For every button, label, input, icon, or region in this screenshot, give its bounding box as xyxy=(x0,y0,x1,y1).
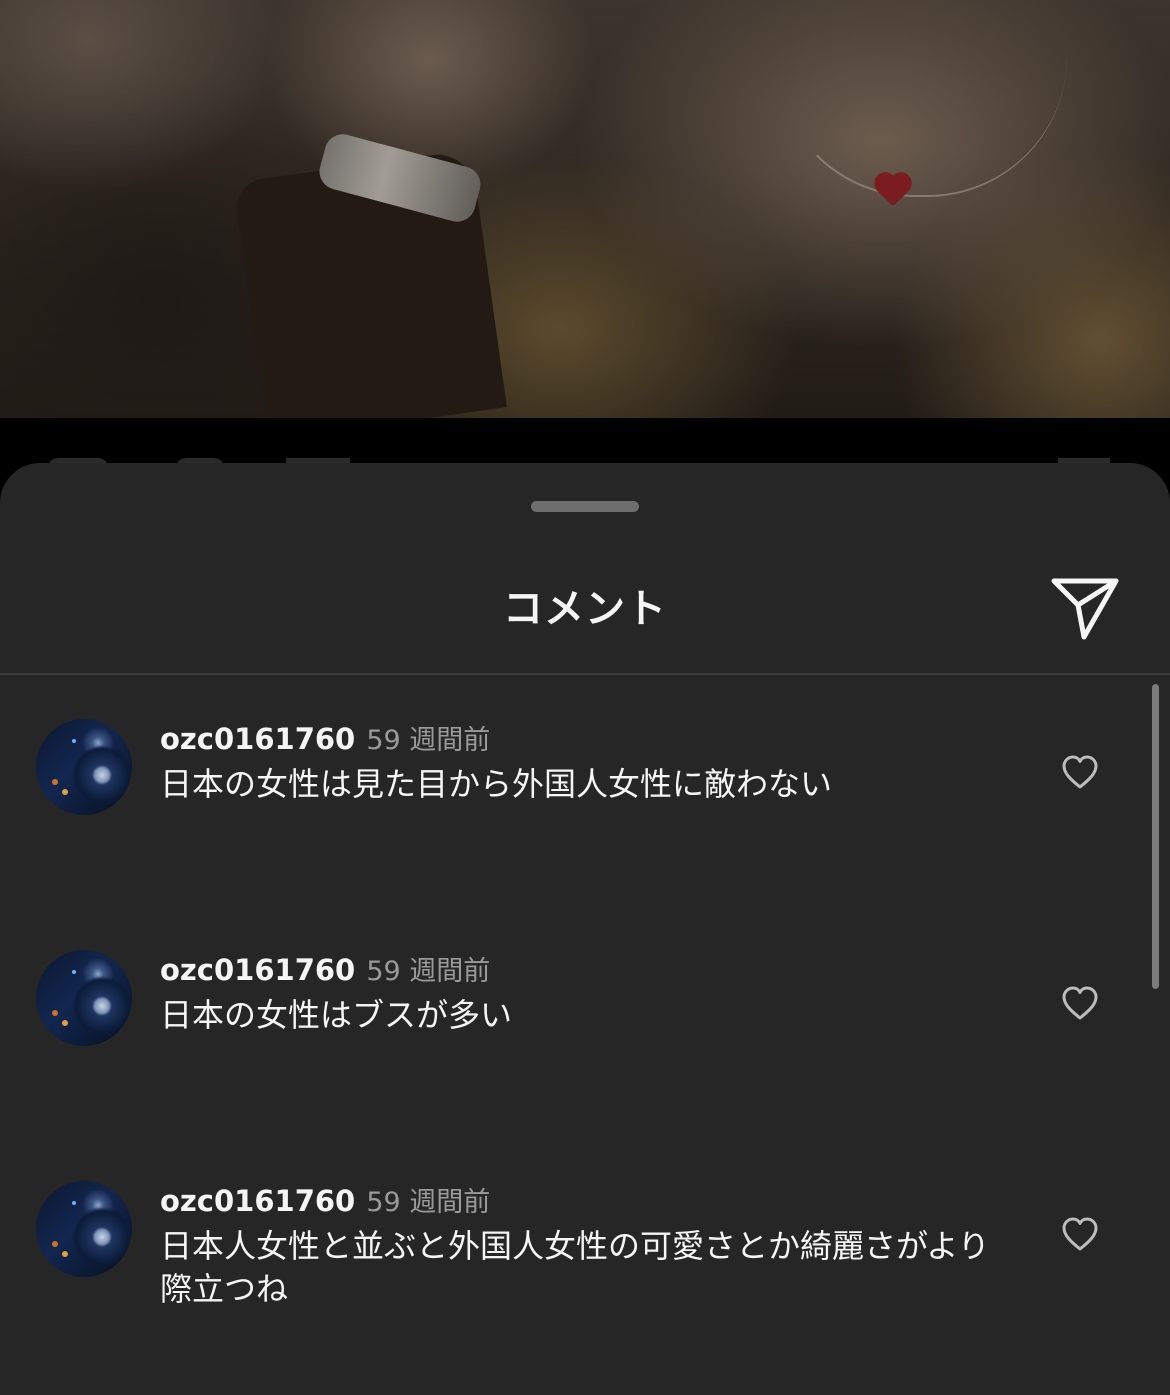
comment-username[interactable]: ozc0161760 xyxy=(160,953,355,987)
header-divider xyxy=(0,673,1170,675)
avatar[interactable] xyxy=(36,1181,132,1277)
comment-time: 59 週間前 xyxy=(366,1187,491,1218)
comment-time: 59 週間前 xyxy=(366,725,491,756)
heart-outline-icon[interactable] xyxy=(1060,984,1100,1024)
sheet-grabber[interactable] xyxy=(531,501,639,512)
avatar[interactable] xyxy=(36,719,132,815)
photo-heart-pendant xyxy=(877,175,909,207)
heart-outline-icon[interactable] xyxy=(1060,753,1100,793)
send-paper-plane-icon[interactable] xyxy=(1050,575,1122,641)
comment-meta: ozc0161760 59 週間前 xyxy=(160,1181,490,1221)
comment-text: 日本の女性はブスが多い xyxy=(160,996,513,1034)
comment-username[interactable]: ozc0161760 xyxy=(160,1184,355,1218)
comment-text: 日本の女性は見た目から外国人女性に敵わない xyxy=(160,765,833,803)
comment-meta: ozc0161760 59 週間前 xyxy=(160,719,490,759)
comments-screen: コメント ozc0161760 59 週間前 日本の女性は見た目から外国人女性に… xyxy=(0,0,1170,1395)
comment-username[interactable]: ozc0161760 xyxy=(160,722,355,756)
comment-meta: ozc0161760 59 週間前 xyxy=(160,950,490,990)
post-photo xyxy=(0,0,1170,418)
scrollbar[interactable] xyxy=(1152,684,1159,989)
heart-outline-icon[interactable] xyxy=(1060,1215,1100,1255)
comment-time: 59 週間前 xyxy=(366,956,491,987)
photo-necklace xyxy=(775,0,1067,197)
sheet-title: コメント xyxy=(503,586,667,632)
avatar[interactable] xyxy=(36,950,132,1046)
comments-sheet: コメント ozc0161760 59 週間前 日本の女性は見た目から外国人女性に… xyxy=(0,463,1170,1395)
comment-text: 日本人女性と並ぶと外国人女性の可愛さとか綺麗さがより際立つね xyxy=(160,1227,990,1308)
